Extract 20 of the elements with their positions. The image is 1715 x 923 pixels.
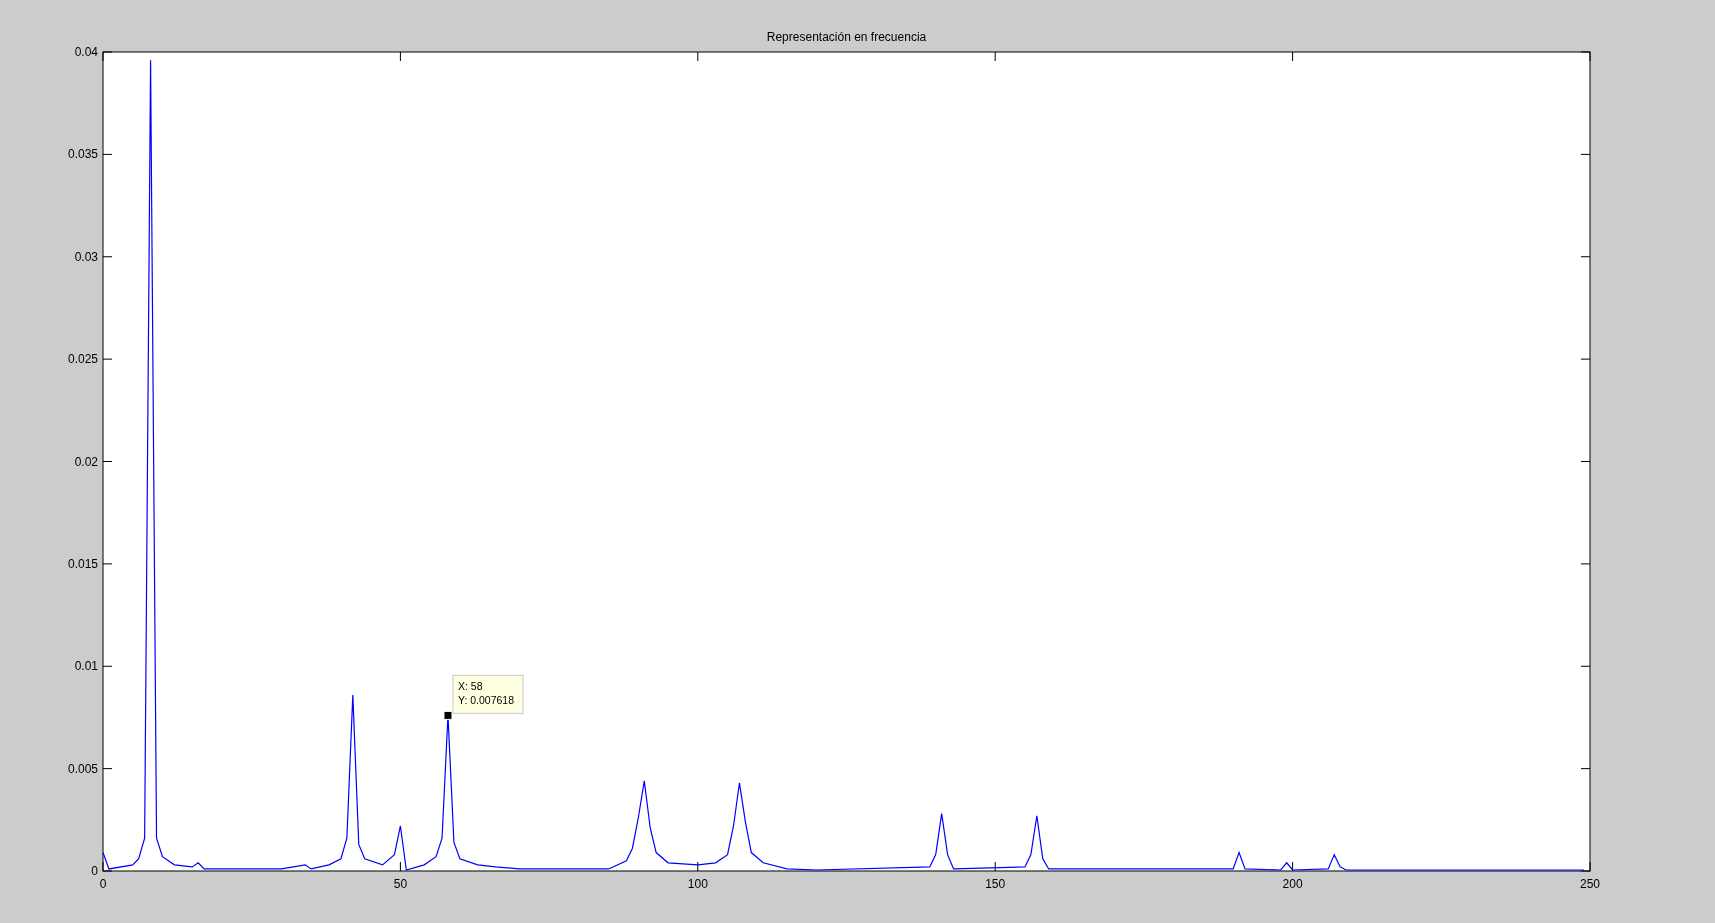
- y-tick-label: 0.035: [67, 147, 98, 162]
- x-tick-label: 100: [687, 877, 708, 891]
- y-tick-label: 0.005: [67, 761, 98, 776]
- x-tick-label: 150: [985, 877, 1006, 891]
- x-tick-label: 200: [1282, 877, 1303, 891]
- data-tip-text: Y: 0.007618: [458, 694, 515, 707]
- data-tip-box: [452, 674, 524, 714]
- data-tip-text: X: 58: [458, 680, 483, 693]
- y-tick-label: 0: [91, 864, 98, 878]
- y-tick-label: 0.015: [67, 556, 98, 571]
- x-tick-label: 0: [99, 877, 107, 891]
- y-tick-label: 0.01: [74, 659, 98, 674]
- y-tick-label: 0.03: [74, 249, 98, 264]
- y-tick-label: 0.04: [74, 45, 98, 59]
- y-tick-label: 0.025: [67, 352, 98, 367]
- x-tick-label: 50: [393, 877, 408, 891]
- chart-title: Representación en frecuencia: [766, 30, 927, 44]
- y-tick-label: 0.02: [74, 454, 98, 469]
- data-tip-marker[interactable]: [443, 710, 453, 720]
- x-tick-label: 250: [1580, 877, 1600, 891]
